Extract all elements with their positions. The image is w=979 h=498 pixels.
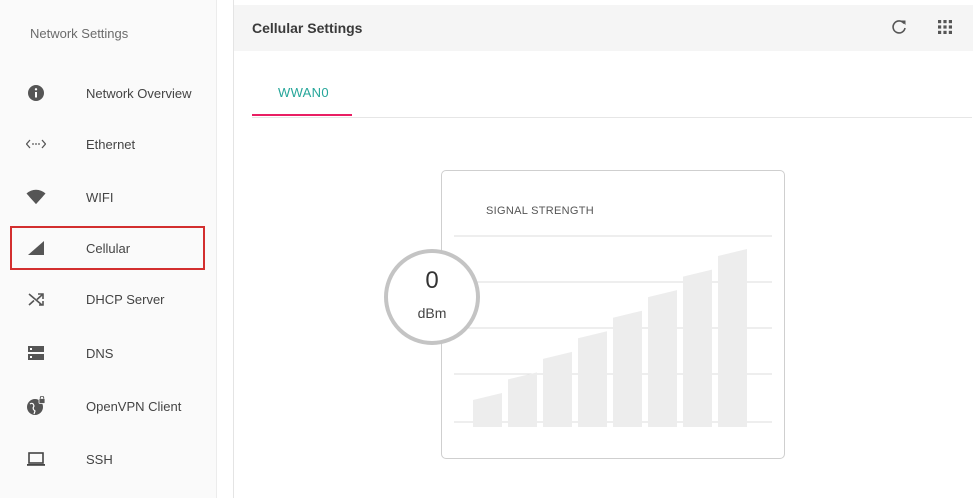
dns-icon [26, 343, 46, 363]
grid-icon [937, 19, 953, 40]
shuffle-icon [26, 289, 46, 309]
page-title: Cellular Settings [252, 20, 363, 36]
tab-label: WWAN0 [278, 85, 329, 100]
signal-bar [683, 269, 712, 427]
main-content: Cellular Settings WWAN0 SIGNAL STRENGTH [234, 0, 979, 498]
sidebar: Network Settings Network Overview Ethern… [0, 0, 217, 498]
sidebar-item-network-overview[interactable]: Network Overview [10, 74, 205, 112]
tab-wwan0[interactable]: WWAN0 [252, 72, 352, 116]
signal-bars-chart [454, 235, 772, 427]
signal-bar [718, 249, 747, 427]
tab-divider [252, 117, 972, 118]
header-bar: Cellular Settings [234, 5, 973, 51]
refresh-button[interactable] [888, 18, 910, 40]
sidebar-item-label: SSH [86, 451, 113, 467]
apps-menu-button[interactable] [934, 18, 956, 40]
sidebar-item-dns[interactable]: DNS [10, 334, 205, 372]
signal-bar [543, 351, 572, 427]
signal-unit: dBm [417, 305, 447, 321]
signal-bar [578, 331, 607, 427]
active-tab-indicator [252, 114, 352, 116]
sidebar-item-wifi[interactable]: WIFI [10, 178, 205, 216]
ethernet-icon [26, 134, 46, 154]
signal-bar [508, 372, 537, 427]
signal-bar [648, 290, 677, 427]
sidebar-item-label: WIFI [86, 189, 114, 205]
signal-strength-card: SIGNAL STRENGTH [441, 170, 785, 459]
vpn-globe-lock-icon [26, 396, 46, 416]
sidebar-item-dhcp-server[interactable]: DHCP Server [10, 280, 205, 318]
sidebar-item-label: Ethernet [86, 136, 136, 152]
wifi-icon [26, 187, 46, 207]
sidebar-item-cellular[interactable]: Cellular [10, 226, 205, 270]
signal-bar [473, 393, 502, 427]
info-icon [26, 83, 46, 103]
sidebar-item-label: DHCP Server [86, 291, 165, 307]
sidebar-item-ssh[interactable]: SSH [10, 440, 205, 478]
signal-gauge: 0 dBm [384, 249, 480, 345]
cellular-icon [26, 238, 46, 258]
sidebar-item-openvpn-client[interactable]: OpenVPN Client [10, 387, 205, 425]
sidebar-item-label: Cellular [86, 240, 131, 256]
signal-bar [613, 310, 642, 427]
laptop-icon [26, 449, 46, 469]
sidebar-item-label: Network Overview [86, 85, 192, 101]
sidebar-item-label: OpenVPN Client [86, 398, 182, 414]
sidebar-title: Network Settings [30, 26, 129, 41]
refresh-icon [891, 19, 907, 40]
sidebar-item-ethernet[interactable]: Ethernet [10, 125, 205, 163]
signal-value: 0 [425, 267, 439, 294]
sidebar-item-label: DNS [86, 345, 114, 361]
